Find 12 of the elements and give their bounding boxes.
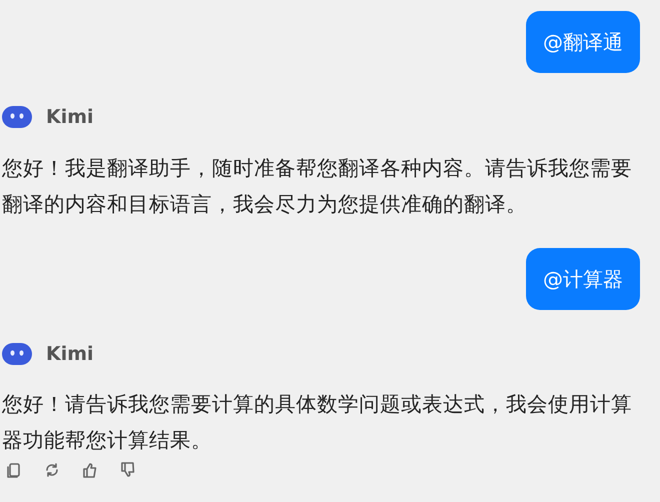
message-bubble: @计算器 (526, 248, 640, 310)
message-text: 您好！我是翻译助手，随时准备帮您翻译各种内容。请告诉我您需要翻译的内容和目标语言，我会尽力为您提供准确的翻译。 (2, 154, 633, 218)
sender-name: Kimi (46, 342, 94, 366)
message-text: 您好！请告诉我您需要计算的具体数学问题或表达式，我会使用计算器功能帮您计算结果。 (2, 391, 633, 454)
thumbs-down-icon[interactable] (120, 462, 136, 479)
refresh-icon[interactable] (44, 462, 60, 479)
copy-icon[interactable] (6, 462, 22, 479)
avatar-icon (2, 106, 32, 128)
message-bubble: @翻译通 (526, 11, 640, 73)
thumbs-up-icon[interactable] (82, 462, 98, 479)
avatar-icon (2, 342, 32, 365)
sender-name: Kimi (46, 105, 94, 130)
